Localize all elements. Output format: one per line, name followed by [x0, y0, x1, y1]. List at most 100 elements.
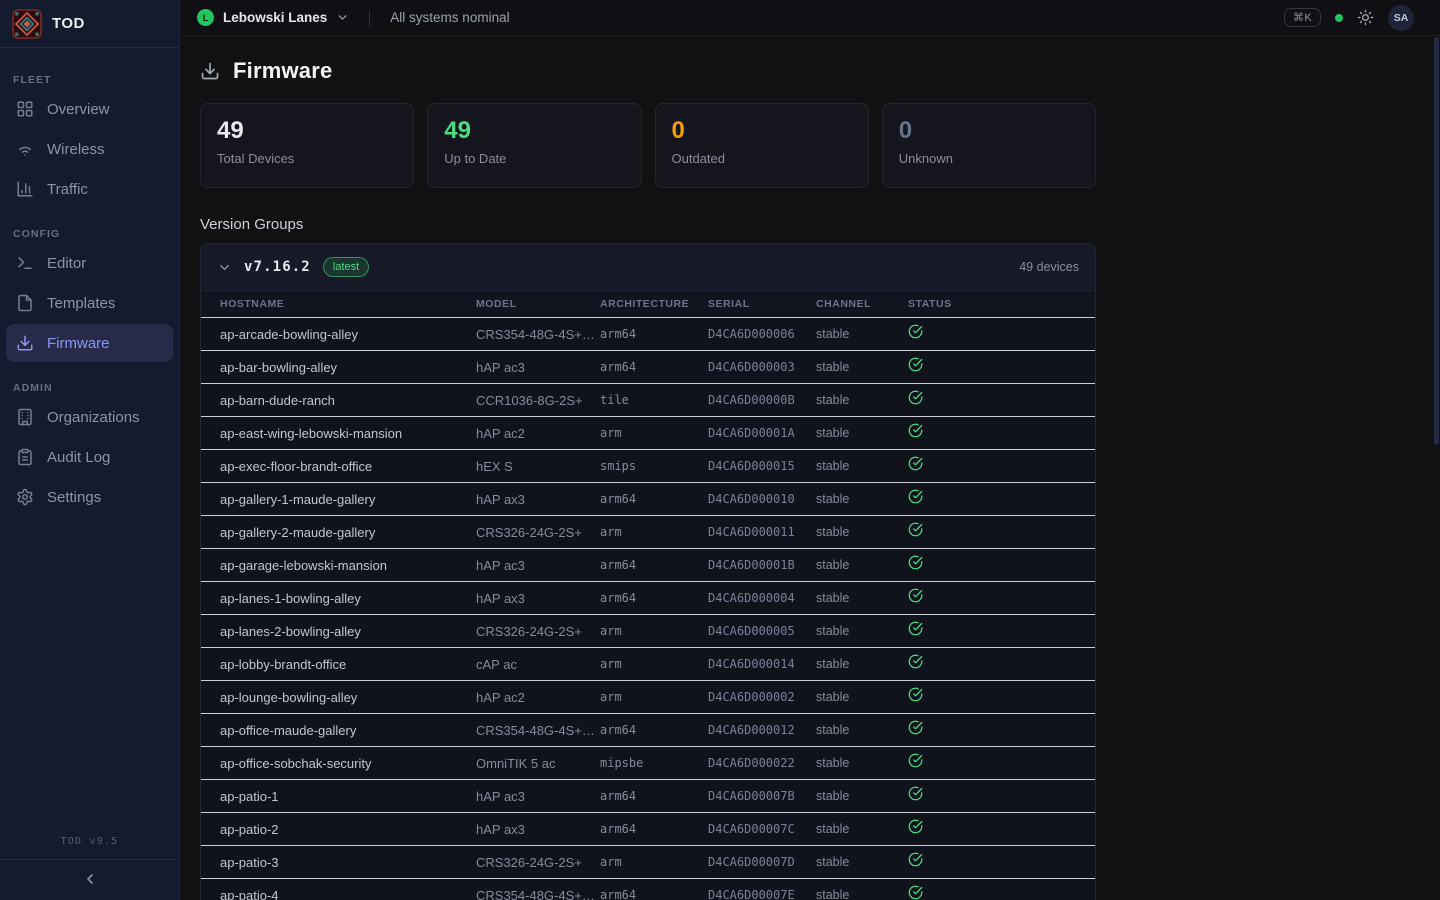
sidebar-item-label: Traffic — [47, 181, 88, 198]
sidebar-item-firmware[interactable]: Firmware — [6, 324, 173, 362]
cell-architecture: arm64 — [600, 723, 708, 737]
page-header: Firmware — [200, 58, 1096, 84]
cell-architecture: arm — [600, 855, 708, 869]
table-row[interactable]: ap-lanes-2-bowling-alleyCRS326-24G-2S+ar… — [201, 614, 1095, 647]
table-row[interactable]: ap-exec-floor-brandt-officehEX SsmipsD4C… — [201, 449, 1095, 482]
cell-hostname: ap-lounge-bowling-alley — [220, 690, 476, 705]
sidebar-item-label: Settings — [47, 489, 101, 506]
cell-model: cAP ac — [476, 657, 600, 672]
cell-hostname: ap-office-maude-gallery — [220, 723, 476, 738]
cell-model: CCR1036-8G-2S+ — [476, 393, 600, 408]
download-icon — [200, 61, 220, 81]
table-row[interactable]: ap-gallery-1-maude-galleryhAP ax3arm64D4… — [201, 482, 1095, 515]
status-ok-check-circle-icon — [908, 786, 923, 801]
health-dot-icon — [1335, 14, 1343, 22]
cell-channel: stable — [816, 360, 908, 374]
table-row[interactable]: ap-bar-bowling-alleyhAP ac3arm64D4CA6D00… — [201, 350, 1095, 383]
table-row[interactable]: ap-lanes-1-bowling-alleyhAP ax3arm64D4CA… — [201, 581, 1095, 614]
table-row[interactable]: ap-gallery-2-maude-galleryCRS326-24G-2S+… — [201, 515, 1095, 548]
command-palette-shortcut[interactable]: ⌘K — [1284, 8, 1321, 27]
version-label: v7.16.2 — [244, 259, 311, 275]
sidebar-item-templates[interactable]: Templates — [6, 284, 173, 322]
cell-model: hAP ac2 — [476, 690, 600, 705]
chevron-left-icon — [82, 871, 98, 887]
sidebar-footer: TOD v9.5 — [0, 826, 179, 900]
stat-card-up-to-date: 49Up to Date — [427, 103, 641, 188]
sidebar-item-label: Editor — [47, 255, 86, 272]
table-row[interactable]: ap-office-maude-galleryCRS354-48G-4S+…ar… — [201, 713, 1095, 746]
cell-status — [908, 522, 1095, 542]
topbar-right: ⌘K SA — [1284, 5, 1414, 31]
download-icon — [16, 334, 34, 352]
cell-serial: D4CA6D000010 — [708, 492, 816, 506]
status-ok-check-circle-icon — [908, 753, 923, 768]
chevron-down-icon[interactable] — [217, 260, 232, 275]
status-ok-check-circle-icon — [908, 456, 923, 471]
column-header-model: MODEL — [476, 298, 600, 310]
stat-value: 0 — [672, 117, 852, 146]
status-ok-check-circle-icon — [908, 423, 923, 438]
cell-status — [908, 489, 1095, 509]
table-row[interactable]: ap-patio-3CRS326-24G-2S+armD4CA6D00007Ds… — [201, 845, 1095, 878]
table-row[interactable]: ap-arcade-bowling-alleyCRS354-48G-4S+…ar… — [201, 317, 1095, 350]
cell-serial: D4CA6D000003 — [708, 360, 816, 374]
user-avatar[interactable]: SA — [1388, 5, 1414, 31]
sidebar-item-settings[interactable]: Settings — [6, 478, 173, 516]
app-root: TOD FLEETOverviewWirelessTrafficCONFIGEd… — [0, 0, 1440, 900]
cell-channel: stable — [816, 723, 908, 737]
cell-hostname: ap-office-sobchak-security — [220, 756, 476, 771]
cell-serial: D4CA6D000002 — [708, 690, 816, 704]
cell-architecture: arm64 — [600, 327, 708, 341]
table-row[interactable]: ap-patio-2hAP ax3arm64D4CA6D00007Cstable — [201, 812, 1095, 845]
sidebar-item-wireless[interactable]: Wireless — [6, 130, 173, 168]
clipboard-icon — [16, 448, 34, 466]
theme-toggle-sun-icon[interactable] — [1357, 9, 1374, 26]
cell-hostname: ap-lanes-1-bowling-alley — [220, 591, 476, 606]
table-row[interactable]: ap-lobby-brandt-officecAP acarmD4CA6D000… — [201, 647, 1095, 680]
sidebar-item-editor[interactable]: Editor — [6, 244, 173, 282]
stats-grid: 49Total Devices49Up to Date0Outdated0Unk… — [200, 103, 1096, 188]
table-row[interactable]: ap-office-sobchak-securityOmniTIK 5 acmi… — [201, 746, 1095, 779]
status-ok-check-circle-icon — [908, 687, 923, 702]
cell-hostname: ap-exec-floor-brandt-office — [220, 459, 476, 474]
status-ok-check-circle-icon — [908, 522, 923, 537]
sidebar-item-label: Audit Log — [47, 449, 110, 466]
cell-model: hAP ac3 — [476, 558, 600, 573]
cell-architecture: tile — [600, 393, 708, 407]
cell-channel: stable — [816, 657, 908, 671]
sidebar-item-overview[interactable]: Overview — [6, 90, 173, 128]
cell-model: hAP ax3 — [476, 591, 600, 606]
version-group-header[interactable]: v7.16.2 latest 49 devices — [201, 244, 1095, 290]
cell-architecture: arm64 — [600, 360, 708, 374]
sidebar-item-organizations[interactable]: Organizations — [6, 398, 173, 436]
cell-hostname: ap-patio-3 — [220, 855, 476, 870]
table-row[interactable]: ap-patio-1hAP ac3arm64D4CA6D00007Bstable — [201, 779, 1095, 812]
sidebar-item-traffic[interactable]: Traffic — [6, 170, 173, 208]
table-row[interactable]: ap-lounge-bowling-alleyhAP ac2armD4CA6D0… — [201, 680, 1095, 713]
status-ok-check-circle-icon — [908, 819, 923, 834]
device-count: 49 devices — [1019, 260, 1079, 274]
main-area: L Lebowski Lanes All systems nominal ⌘K … — [180, 0, 1440, 900]
table-row[interactable]: ap-garage-lebowski-mansionhAP ac3arm64D4… — [201, 548, 1095, 581]
cell-model: CRS326-24G-2S+ — [476, 855, 600, 870]
page-title: Firmware — [233, 58, 332, 84]
cell-serial: D4CA6D000004 — [708, 591, 816, 605]
cell-hostname: ap-bar-bowling-alley — [220, 360, 476, 375]
table-row[interactable]: ap-patio-4CRS354-48G-4S+…arm64D4CA6D0000… — [201, 878, 1095, 900]
cell-architecture: arm — [600, 426, 708, 440]
cell-architecture: arm — [600, 657, 708, 671]
cell-hostname: ap-lanes-2-bowling-alley — [220, 624, 476, 639]
sidebar-item-audit-log[interactable]: Audit Log — [6, 438, 173, 476]
cell-architecture: arm — [600, 690, 708, 704]
sidebar-nav: FLEETOverviewWirelessTrafficCONFIGEditor… — [0, 48, 179, 826]
cell-status — [908, 852, 1095, 872]
status-ok-check-circle-icon — [908, 621, 923, 636]
sidebar-item-label: Organizations — [47, 409, 140, 426]
table-row[interactable]: ap-east-wing-lebowski-mansionhAP ac2armD… — [201, 416, 1095, 449]
cell-architecture: arm64 — [600, 789, 708, 803]
sidebar-collapse-button[interactable] — [0, 859, 179, 900]
brand[interactable]: TOD — [0, 0, 179, 48]
scrollbar[interactable] — [1434, 37, 1439, 445]
table-row[interactable]: ap-barn-dude-ranchCCR1036-8G-2S+tileD4CA… — [201, 383, 1095, 416]
org-switcher[interactable]: L Lebowski Lanes — [197, 9, 349, 26]
